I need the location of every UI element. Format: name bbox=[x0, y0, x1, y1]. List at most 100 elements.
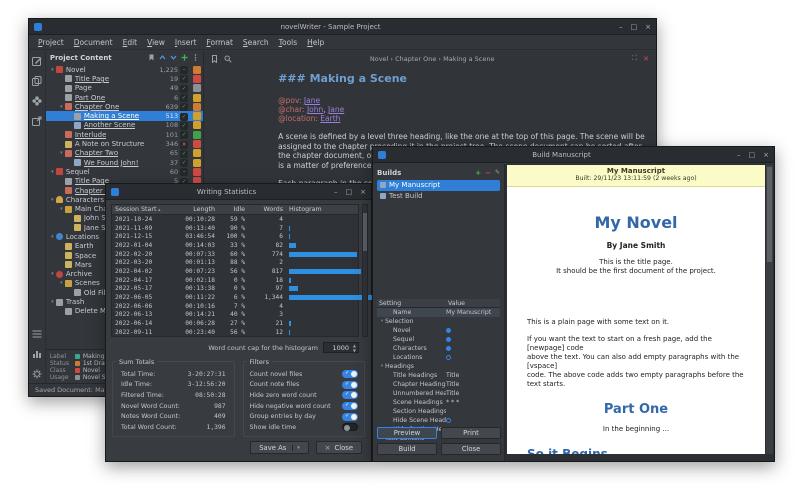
setting-row[interactable]: Sequel bbox=[377, 335, 500, 344]
active-flag-icon[interactable]: ✓ bbox=[178, 102, 190, 111]
table-scrollbar[interactable] bbox=[362, 204, 368, 337]
print-button[interactable]: Print bbox=[441, 427, 501, 439]
session-row[interactable]: 2022-04-1700:02:180 %18 bbox=[112, 276, 358, 285]
menu-format[interactable]: Format bbox=[201, 38, 237, 47]
session-row[interactable]: 2021-12-1503:46:54100 %6 bbox=[112, 232, 358, 241]
keyword-value[interactable]: John bbox=[307, 105, 323, 114]
toggle-switch[interactable]: ✓ bbox=[342, 391, 358, 399]
tree-row[interactable]: Page49✓ bbox=[46, 84, 203, 93]
tree-row[interactable]: A Note on Structure346✕ bbox=[46, 139, 203, 148]
histogram-cap-spinbox[interactable]: 1000 ▲▼ bbox=[323, 342, 359, 353]
setting-row[interactable]: Section Headings bbox=[377, 407, 500, 416]
add-item-icon[interactable] bbox=[181, 54, 188, 61]
toggle-switch[interactable]: ✓ bbox=[342, 381, 358, 389]
session-row[interactable]: 2022-09-1100:23:4056 %12 bbox=[112, 328, 358, 337]
active-flag-icon[interactable]: ✓ bbox=[178, 84, 190, 93]
spinbox-arrows[interactable]: ▲▼ bbox=[353, 344, 356, 353]
maximize-icon[interactable]: □ bbox=[631, 23, 638, 31]
toggle-switch[interactable]: ✓ bbox=[342, 370, 358, 378]
tree-row[interactable]: We Found John!37✓ bbox=[46, 158, 203, 167]
menu-project[interactable]: Project bbox=[33, 38, 69, 47]
value-column-header[interactable]: Value bbox=[446, 300, 500, 307]
setting-row[interactable]: NameMy Manuscript bbox=[377, 308, 500, 317]
settings-gear-icon[interactable] bbox=[32, 369, 42, 379]
search-icon[interactable] bbox=[224, 55, 232, 63]
setting-column-header[interactable]: Setting bbox=[377, 300, 446, 307]
session-row[interactable]: 2021-10-2400:10:2859 %4 bbox=[112, 215, 358, 224]
keyword-value[interactable]: Earth bbox=[320, 114, 340, 123]
active-flag-icon[interactable]: – bbox=[178, 167, 190, 176]
column-header-idle[interactable]: Idle bbox=[218, 206, 248, 213]
build-list-item[interactable]: My Manuscript bbox=[377, 180, 500, 191]
column-header-words[interactable]: Words bbox=[248, 206, 286, 213]
menu-search[interactable]: Search bbox=[238, 38, 274, 47]
session-row[interactable]: 2022-02-2000:07:3360 %774 bbox=[112, 250, 358, 259]
setting-row[interactable]: Unnumbered HeadingsTitle bbox=[377, 389, 500, 398]
minimize-icon[interactable]: – bbox=[737, 151, 741, 159]
preview-button[interactable]: Preview bbox=[377, 427, 437, 439]
setting-row[interactable]: Characters bbox=[377, 344, 500, 353]
tree-row[interactable]: ▾Novel1,225– bbox=[46, 65, 203, 74]
preview-scrollbar[interactable] bbox=[766, 165, 773, 454]
menu-document[interactable]: Document bbox=[69, 38, 118, 47]
maximize-icon[interactable]: □ bbox=[346, 188, 353, 196]
menu-view[interactable]: View bbox=[142, 38, 170, 47]
toggle-switch[interactable]: ✓ bbox=[342, 413, 358, 421]
move-up-icon[interactable] bbox=[159, 54, 166, 61]
session-row[interactable]: 2022-06-1400:06:2827 %21 bbox=[112, 319, 358, 328]
edit-document-icon[interactable] bbox=[32, 56, 42, 66]
active-flag-icon[interactable]: ✓ bbox=[178, 121, 190, 130]
active-flag-icon[interactable]: ✓ bbox=[178, 93, 190, 102]
remove-build-icon[interactable]: − bbox=[485, 169, 491, 177]
manuscript-preview-page[interactable]: My NovelBy Jane SmithThis is the title p… bbox=[507, 187, 765, 454]
tree-row[interactable]: ▾Sequel60– bbox=[46, 167, 203, 176]
move-down-icon[interactable] bbox=[170, 54, 177, 61]
tree-row[interactable]: Title Page19✓ bbox=[46, 74, 203, 83]
kebab-menu-icon[interactable] bbox=[192, 54, 199, 61]
menu-help[interactable]: Help bbox=[302, 38, 329, 47]
novel-view-icon[interactable] bbox=[32, 96, 42, 106]
active-flag-icon[interactable]: ✓ bbox=[178, 158, 190, 167]
build-button[interactable]: Build bbox=[377, 443, 437, 455]
close-document-icon[interactable]: ✕ bbox=[643, 55, 649, 63]
session-row[interactable]: 2021-11-0900:13:4090 %7 bbox=[112, 224, 358, 233]
session-row[interactable]: 2022-06-0500:11:226 %1,344 bbox=[112, 293, 358, 302]
tree-row[interactable]: Another Scene108✓ bbox=[46, 121, 203, 130]
toggle-switch[interactable]: ✓ bbox=[342, 402, 358, 410]
setting-row[interactable]: Chapter HeadingsTitle bbox=[377, 380, 500, 389]
menu-edit[interactable]: Edit bbox=[118, 38, 143, 47]
session-row[interactable]: 2022-06-0600:10:167 %4 bbox=[112, 302, 358, 311]
session-row[interactable]: 2022-03-2000:01:1388 %2 bbox=[112, 258, 358, 267]
menu-tools[interactable]: Tools bbox=[274, 38, 302, 47]
tree-row[interactable]: Interlude101✓ bbox=[46, 130, 203, 139]
active-flag-icon[interactable]: ✕ bbox=[178, 140, 190, 149]
tree-row[interactable]: Part One6✓ bbox=[46, 93, 203, 102]
sessions-table[interactable]: Session Start ▴LengthIdleWordsHistogram … bbox=[111, 204, 359, 337]
edit-build-icon[interactable]: ✎ bbox=[495, 169, 500, 177]
maximize-icon[interactable]: □ bbox=[749, 151, 756, 159]
editor-toolbar-icon[interactable] bbox=[211, 55, 218, 63]
close-icon[interactable]: × bbox=[763, 151, 769, 159]
column-header-histogram[interactable]: Histogram bbox=[286, 206, 358, 213]
sessions-table-header[interactable]: Session Start ▴LengthIdleWordsHistogram bbox=[112, 205, 358, 215]
close-icon[interactable]: × bbox=[360, 188, 366, 196]
setting-row[interactable]: Scene Headings* * * bbox=[377, 398, 500, 407]
active-flag-icon[interactable]: ✓ bbox=[178, 130, 190, 139]
session-row[interactable]: 2022-06-1300:14:2140 %3 bbox=[112, 311, 358, 320]
active-flag-icon[interactable]: ✓ bbox=[178, 74, 190, 83]
setting-row[interactable]: ▾Headings bbox=[377, 362, 500, 371]
setting-row[interactable]: Novel bbox=[377, 326, 500, 335]
focus-mode-icon[interactable]: ⛶ bbox=[632, 54, 637, 63]
minimize-icon[interactable]: – bbox=[334, 188, 338, 196]
session-row[interactable]: 2022-04-0200:07:2356 %817 bbox=[112, 267, 358, 276]
setting-row[interactable]: ▾Selection bbox=[377, 317, 500, 326]
outline-list-icon[interactable] bbox=[32, 329, 42, 339]
session-row[interactable]: 2022-05-1700:13:380 %97 bbox=[112, 285, 358, 294]
tree-row[interactable]: ▾Chapter Two65✓ bbox=[46, 149, 203, 158]
setting-row[interactable]: Hide Scene Headings bbox=[377, 416, 500, 425]
toggle-switch[interactable] bbox=[342, 423, 358, 431]
project-tree-icon[interactable] bbox=[32, 76, 42, 86]
close-button[interactable]: Close bbox=[441, 443, 501, 455]
active-flag-icon[interactable]: ✓ bbox=[178, 149, 190, 158]
close-button[interactable]: × Close bbox=[316, 441, 362, 454]
